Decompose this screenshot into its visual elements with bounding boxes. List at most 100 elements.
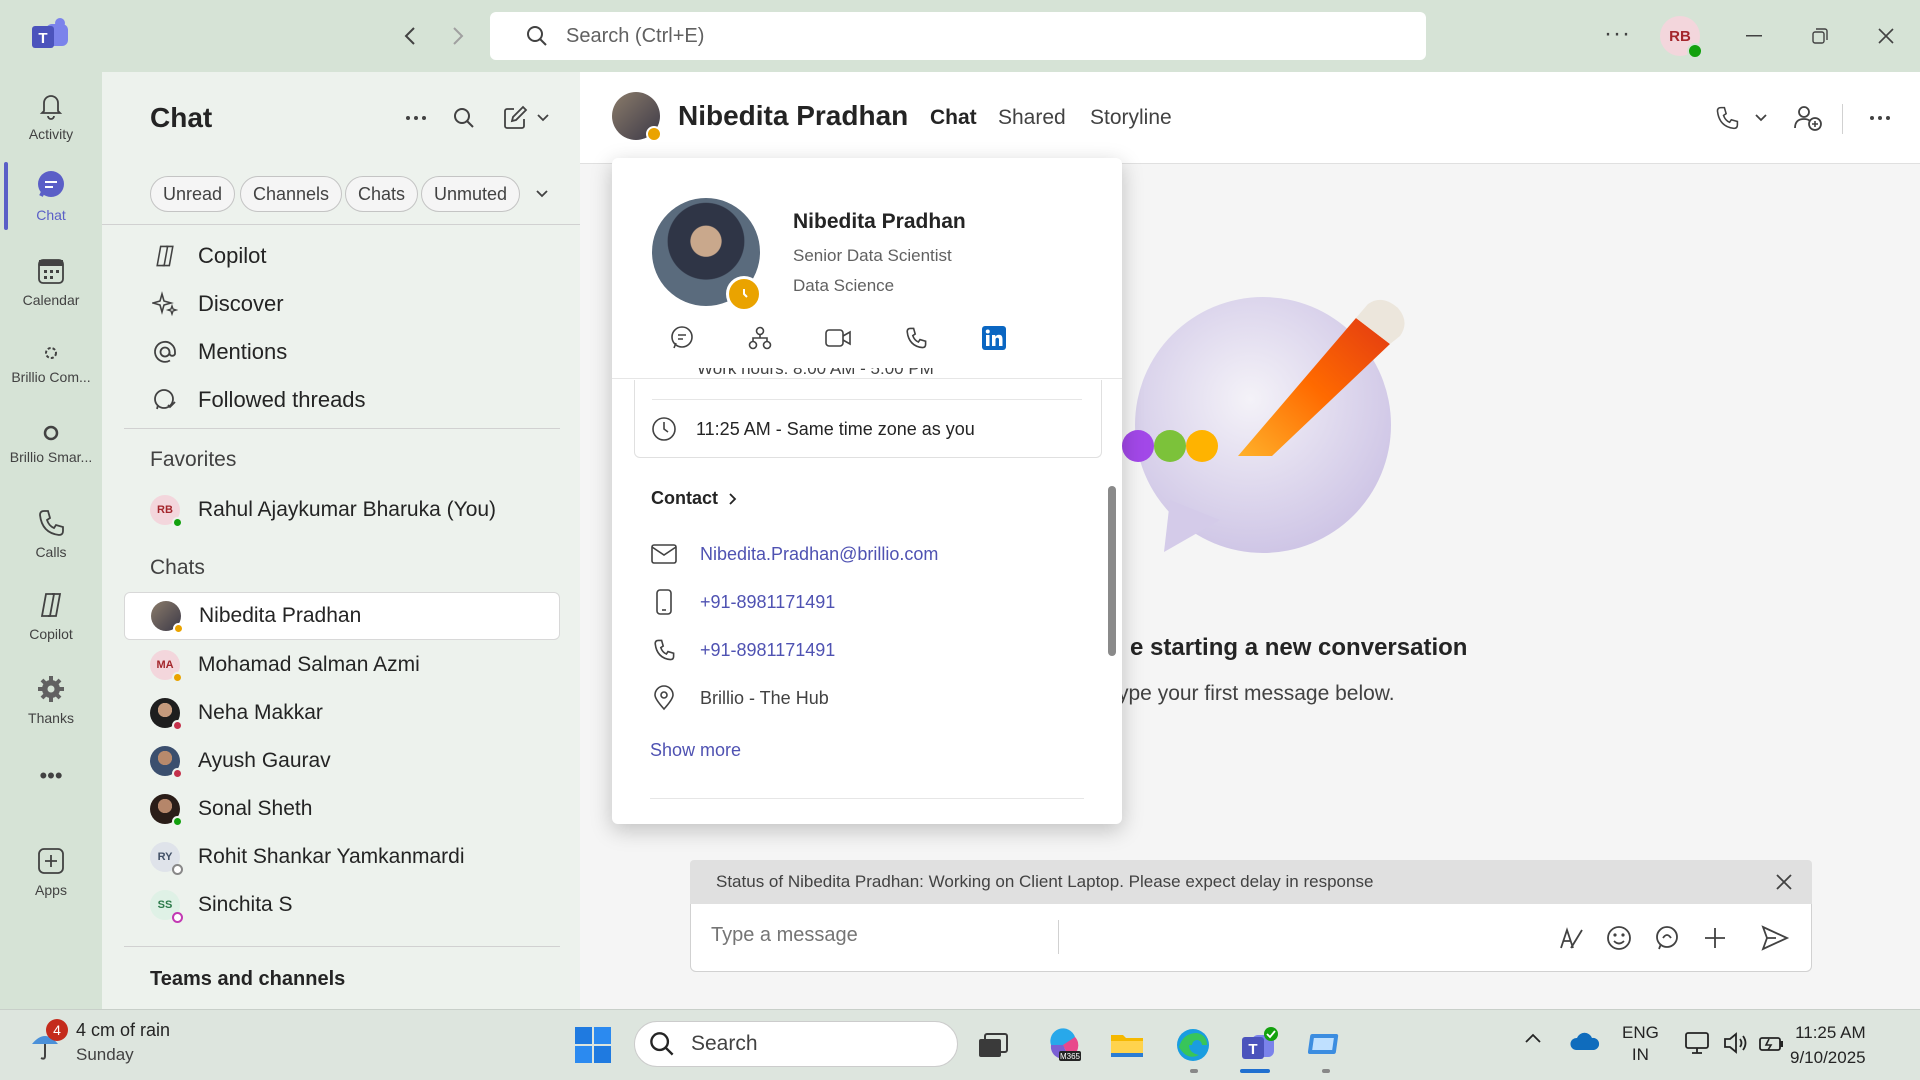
email-link[interactable]: Nibedita.Pradhan@brillio.com xyxy=(700,544,938,565)
filter-unread[interactable]: Unread xyxy=(150,176,236,212)
search-input[interactable]: Search (Ctrl+E) xyxy=(490,12,1426,60)
restore-icon[interactable] xyxy=(1802,18,1838,54)
divider xyxy=(124,428,560,429)
new-chat-button[interactable] xyxy=(496,102,556,134)
tab-storyline[interactable]: Storyline xyxy=(1090,106,1172,130)
rail-item-calendar[interactable]: Calendar xyxy=(0,244,102,320)
rdp-app-icon[interactable] xyxy=(1304,1024,1346,1066)
add-people-icon[interactable] xyxy=(1790,100,1826,136)
tab-shared[interactable]: Shared xyxy=(998,106,1066,130)
close-window-icon[interactable] xyxy=(1868,18,1904,54)
menu-item-copilot[interactable]: Copilot xyxy=(150,236,266,276)
contact-section-header[interactable]: Contact xyxy=(651,488,738,509)
chevron-right-icon xyxy=(728,492,738,506)
more-options-icon[interactable] xyxy=(400,102,432,134)
avatar: RY xyxy=(150,842,183,875)
teams-taskbar-icon[interactable]: T xyxy=(1238,1024,1280,1066)
chat-item[interactable]: Ayush Gaurav xyxy=(124,737,560,785)
scrollbar-thumb[interactable] xyxy=(1108,486,1116,656)
video-call-icon[interactable] xyxy=(822,322,854,354)
rail-item-brillio-smar[interactable]: Brillio Smar... xyxy=(0,406,102,482)
menu-label: Followed threads xyxy=(198,387,366,412)
filter-unmuted[interactable]: Unmuted xyxy=(421,176,521,212)
chevron-down-icon[interactable] xyxy=(526,178,558,210)
format-icon[interactable] xyxy=(1555,922,1587,954)
active-indicator xyxy=(1240,1069,1270,1073)
app-icon xyxy=(41,343,61,363)
taskbar-search[interactable]: Search xyxy=(634,1021,958,1067)
teams-channels-header[interactable]: Teams and channels xyxy=(150,968,345,991)
more-options-icon[interactable]: ··· xyxy=(1604,20,1631,48)
divider xyxy=(652,399,1082,400)
gear-icon xyxy=(36,674,66,704)
chat-item[interactable]: MA Mohamad Salman Azmi xyxy=(124,641,560,689)
call-button[interactable] xyxy=(1706,100,1776,136)
location-pin-icon xyxy=(650,684,678,712)
m365-app-icon[interactable]: M365 xyxy=(1042,1024,1084,1066)
rail-item-chat[interactable]: Chat xyxy=(0,158,102,234)
contact-name: Ayush Gaurav xyxy=(198,749,331,772)
search-icon[interactable] xyxy=(448,102,480,134)
avatar[interactable] xyxy=(612,92,662,142)
avatar xyxy=(150,746,183,779)
chat-item-selected[interactable]: Nibedita Pradhan xyxy=(124,592,560,640)
more-options-icon: ••• xyxy=(39,763,63,788)
contact-name: Neha Makkar xyxy=(198,701,323,724)
chat-item[interactable]: SS Sinchita S xyxy=(124,881,560,929)
edge-browser-icon[interactable] xyxy=(1172,1024,1214,1066)
chat-item[interactable]: RY Rohit Shankar Yamkanmardi xyxy=(124,833,560,881)
onedrive-icon[interactable] xyxy=(1570,1032,1600,1052)
filter-channels[interactable]: Channels xyxy=(240,176,343,212)
work-hours-partial: Work hours: 8:00 AM - 5:00 PM xyxy=(697,368,934,378)
rail-item-thanks[interactable]: Thanks xyxy=(0,662,102,738)
rail-item-apps[interactable]: Apps xyxy=(0,834,102,910)
avatar-initials: SS xyxy=(157,899,173,911)
busy-status-icon xyxy=(172,720,183,731)
system-clock[interactable]: 11:25 AM 9/10/2025 xyxy=(1790,1020,1866,1070)
chat-item[interactable]: Sonal Sheth xyxy=(124,785,560,833)
org-chart-icon[interactable] xyxy=(744,322,776,354)
user-avatar[interactable]: RB xyxy=(1660,16,1703,59)
menu-item-discover[interactable]: Discover xyxy=(150,284,284,324)
emoji-icon[interactable] xyxy=(1603,922,1635,954)
avatar-initials: RY xyxy=(157,851,173,863)
menu-item-mentions[interactable]: Mentions xyxy=(150,332,287,372)
avatar-initials: MA xyxy=(156,659,174,671)
show-more-link[interactable]: Show more xyxy=(650,740,741,761)
favorite-item[interactable]: RB Rahul Ajaykumar Bharuka (You) xyxy=(124,486,560,534)
mobile-link[interactable]: +91-8981171491 xyxy=(700,592,835,613)
file-explorer-icon[interactable] xyxy=(1106,1024,1148,1066)
tab-chat[interactable]: Chat xyxy=(930,106,977,130)
close-icon[interactable] xyxy=(1772,870,1796,894)
loop-icon[interactable] xyxy=(1651,922,1683,954)
rail-item-brillio-com[interactable]: Brillio Com... xyxy=(0,326,102,402)
minimize-icon[interactable] xyxy=(1736,18,1772,54)
clock-icon xyxy=(650,415,678,443)
message-input[interactable] xyxy=(711,924,1411,947)
filter-chats[interactable]: Chats xyxy=(345,176,419,212)
forward-arrow-icon[interactable] xyxy=(444,22,472,50)
chat-icon[interactable] xyxy=(666,322,698,354)
rail-item-activity[interactable]: Activity xyxy=(0,78,102,154)
task-view-icon[interactable] xyxy=(972,1024,1014,1066)
phone-link[interactable]: +91-8981171491 xyxy=(700,640,835,661)
network-icon[interactable] xyxy=(1684,1030,1712,1056)
phone-icon[interactable] xyxy=(900,322,932,354)
language-indicator[interactable]: ENG IN xyxy=(1622,1022,1659,1066)
rail-more-button[interactable]: ••• xyxy=(0,746,102,806)
chevron-up-icon[interactable] xyxy=(1524,1032,1542,1044)
volume-icon[interactable] xyxy=(1722,1030,1750,1056)
back-arrow-icon[interactable] xyxy=(396,22,424,50)
rail-item-copilot[interactable]: Copilot xyxy=(0,578,102,654)
chat-item[interactable]: Neha Makkar xyxy=(124,689,560,737)
rail-item-calls[interactable]: Calls xyxy=(0,496,102,572)
bell-icon xyxy=(36,90,66,120)
windows-start-icon[interactable] xyxy=(574,1026,612,1064)
send-icon[interactable] xyxy=(1759,922,1791,954)
linkedin-icon[interactable] xyxy=(978,322,1010,354)
add-icon[interactable] xyxy=(1699,922,1731,954)
more-options-icon[interactable] xyxy=(1862,100,1898,136)
menu-item-followed-threads[interactable]: Followed threads xyxy=(150,380,366,420)
battery-icon[interactable] xyxy=(1758,1030,1786,1056)
chevron-down-icon xyxy=(1754,113,1768,123)
